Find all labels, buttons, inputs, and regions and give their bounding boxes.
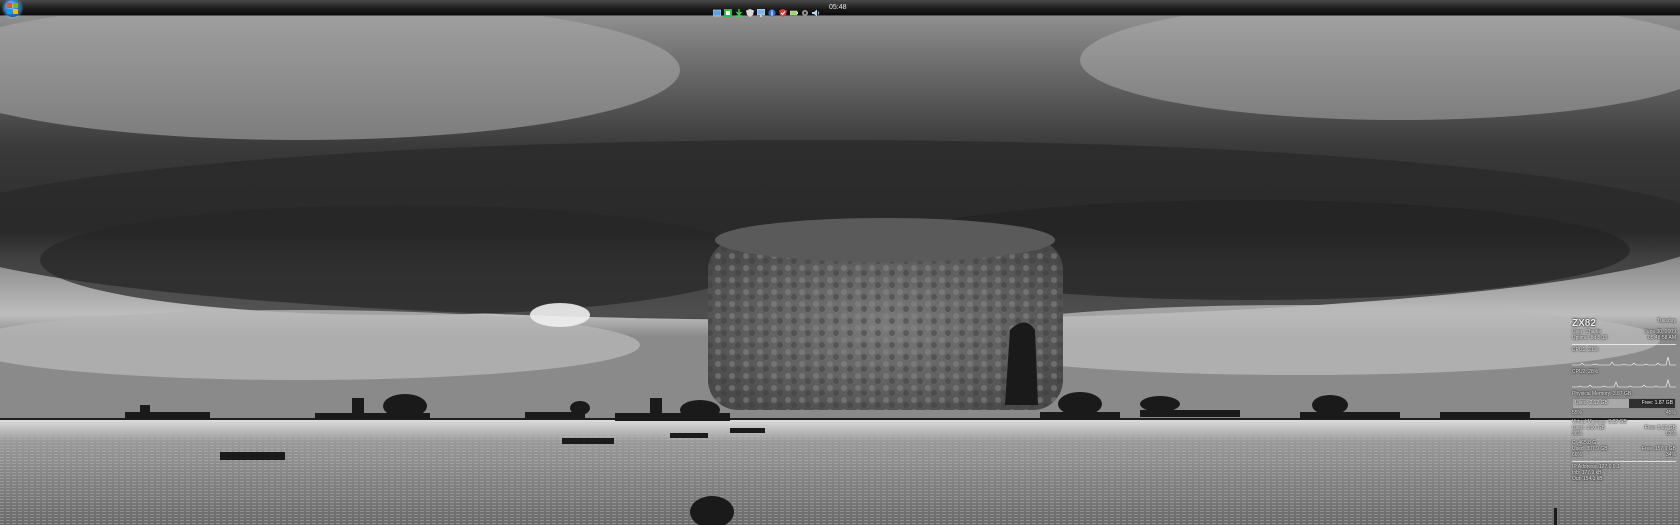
virtual-memory-used-percent: 36% <box>1572 431 1583 437</box>
volume-icon[interactable] <box>812 4 820 16</box>
system-tray: 05:48 <box>712 2 847 17</box>
divider <box>1572 344 1676 345</box>
physical-memory-used: Used: 2.12 GB <box>1575 400 1608 406</box>
physical-memory-free-percent: 45% <box>1665 410 1676 416</box>
green-app-icon[interactable] <box>724 4 732 17</box>
weekday: Tuesday <box>1657 318 1676 324</box>
taskbar: 05:48 <box>0 0 1680 17</box>
physical-memory-label: Physical Memory: 3.87 GB <box>1572 391 1632 397</box>
disk-free-percent: 34% <box>1665 452 1676 458</box>
windows-logo-icon <box>7 3 18 14</box>
disk-used-percent: 66% <box>1572 452 1583 458</box>
physical-memory-free: Free: 1.87 GB <box>1641 400 1673 406</box>
disk-section: C: 465.8 G Used: 307.9 GB Free: 157.9 GB… <box>1572 440 1676 458</box>
download-icon[interactable] <box>735 4 743 17</box>
uptime: Uptime: 8d 5:15 <box>1572 335 1608 341</box>
shield-icon[interactable] <box>746 4 754 17</box>
cpu1-section: CPU1: 21% <box>1572 347 1676 366</box>
taskbar-clock[interactable]: 05:48 <box>829 2 847 13</box>
virtual-memory-section: Virtual Memory: 8.22 GB Used: 3.00 GB Fr… <box>1572 419 1676 437</box>
virtual-memory-free-percent: 63% <box>1665 431 1676 437</box>
cpu2-section: CPU2: 28% <box>1572 369 1676 388</box>
start-button[interactable] <box>4 0 21 17</box>
info-icon[interactable] <box>768 4 776 17</box>
cpu2-graph <box>1572 378 1676 388</box>
current-time: 05:48:58 AM <box>1647 335 1676 341</box>
monitor-icon[interactable] <box>756 4 766 17</box>
desktop: 05:48 ZX82 Tuesday User: Charlie June 30… <box>0 0 1680 525</box>
physical-memory-used-percent: 55% <box>1572 410 1583 416</box>
power-icon[interactable] <box>789 4 798 15</box>
cpu1-graph <box>1572 356 1676 366</box>
divider <box>1572 461 1676 462</box>
cpu2-label: CPU2: 28% <box>1572 369 1599 375</box>
physical-memory-section: Physical Memory: 3.87 GB Used: 2.12 GB F… <box>1572 391 1676 416</box>
hostname: ZX82 <box>1572 318 1596 329</box>
cpu1-label: CPU1: 21% <box>1572 347 1599 353</box>
security-icon[interactable] <box>779 4 787 17</box>
physical-memory-bar: Used: 2.12 GB Free: 1.87 GB <box>1572 398 1676 409</box>
system-monitor-gadget: ZX82 Tuesday User: Charlie June 30, 2009… <box>1572 318 1676 482</box>
wallpaper-image <box>0 0 1680 525</box>
network-icon[interactable] <box>712 4 722 16</box>
network-outbound: Out: 154.1 kB <box>1572 476 1603 482</box>
settings-icon[interactable] <box>801 4 809 16</box>
